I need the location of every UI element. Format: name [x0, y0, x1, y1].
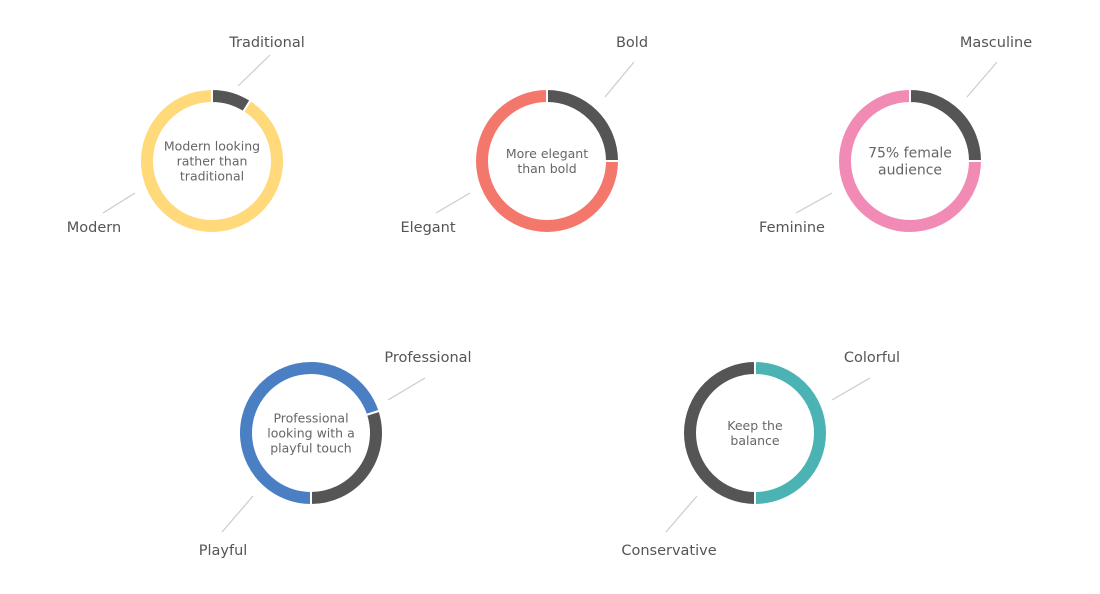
donut-center-text-line: rather than	[177, 153, 248, 168]
slice-label-feminine: Feminine	[759, 220, 825, 236]
slice-label-elegant: Elegant	[400, 220, 455, 236]
leader-line-modern	[102, 192, 136, 214]
donut-center-text-line: Modern looking	[164, 138, 260, 153]
slice-label-conservative: Conservative	[621, 543, 716, 559]
donut-center-text-line: Keep the	[727, 418, 783, 433]
slice-label-modern: Modern	[67, 220, 121, 236]
donut-chart-5: Colorful Conservative Keep thebalance	[621, 350, 900, 559]
donut-center-text-line: playful touch	[270, 440, 352, 455]
leader-line-feminine	[795, 192, 833, 214]
donut-chart-2: Bold Elegant More elegantthan bold	[400, 35, 648, 236]
slice-label-masculine: Masculine	[960, 35, 1032, 51]
slice-label-bold: Bold	[616, 35, 648, 51]
donut-center-text-line: 75% female	[868, 145, 952, 161]
leader-line-bold	[604, 61, 635, 98]
slice-label-playful: Playful	[199, 543, 248, 559]
donut-center-text-line: balance	[730, 433, 780, 448]
donut-center-text-line: than bold	[517, 161, 576, 176]
donut-center-text-line: audience	[878, 162, 942, 178]
donut-chart-3: Masculine Feminine 75% femaleaudience	[759, 35, 1032, 236]
donut-charts-svg: Traditional Modern Modern lookingrather th…	[67, 35, 1032, 559]
donut-center-text-line: looking with a	[267, 425, 354, 440]
leader-line-traditional	[237, 54, 271, 87]
leader-line-masculine	[966, 61, 998, 98]
donut-center-text-line: traditional	[180, 168, 244, 183]
donut-chart-4: ProfessionalPlayfulProfessionallooking w…	[199, 350, 472, 559]
slice-label-professional: Professional	[384, 350, 471, 366]
slice-label-colorful: Colorful	[844, 350, 900, 366]
leader-line-professional	[387, 377, 426, 401]
leader-line-colorful	[831, 377, 871, 401]
slice-label-traditional: Traditional	[228, 35, 305, 51]
donut-center-text-line: More elegant	[506, 146, 588, 161]
donut-chart-1: Traditional Modern Modern lookingrather th…	[67, 35, 305, 236]
donut-center-text-line: Professional	[273, 410, 348, 425]
leader-line-conservative	[665, 495, 698, 533]
leader-line-elegant	[435, 192, 471, 214]
leader-line-playful	[221, 495, 254, 533]
donut-charts-board: Traditional Modern Modern looking rather th…	[0, 0, 1100, 594]
